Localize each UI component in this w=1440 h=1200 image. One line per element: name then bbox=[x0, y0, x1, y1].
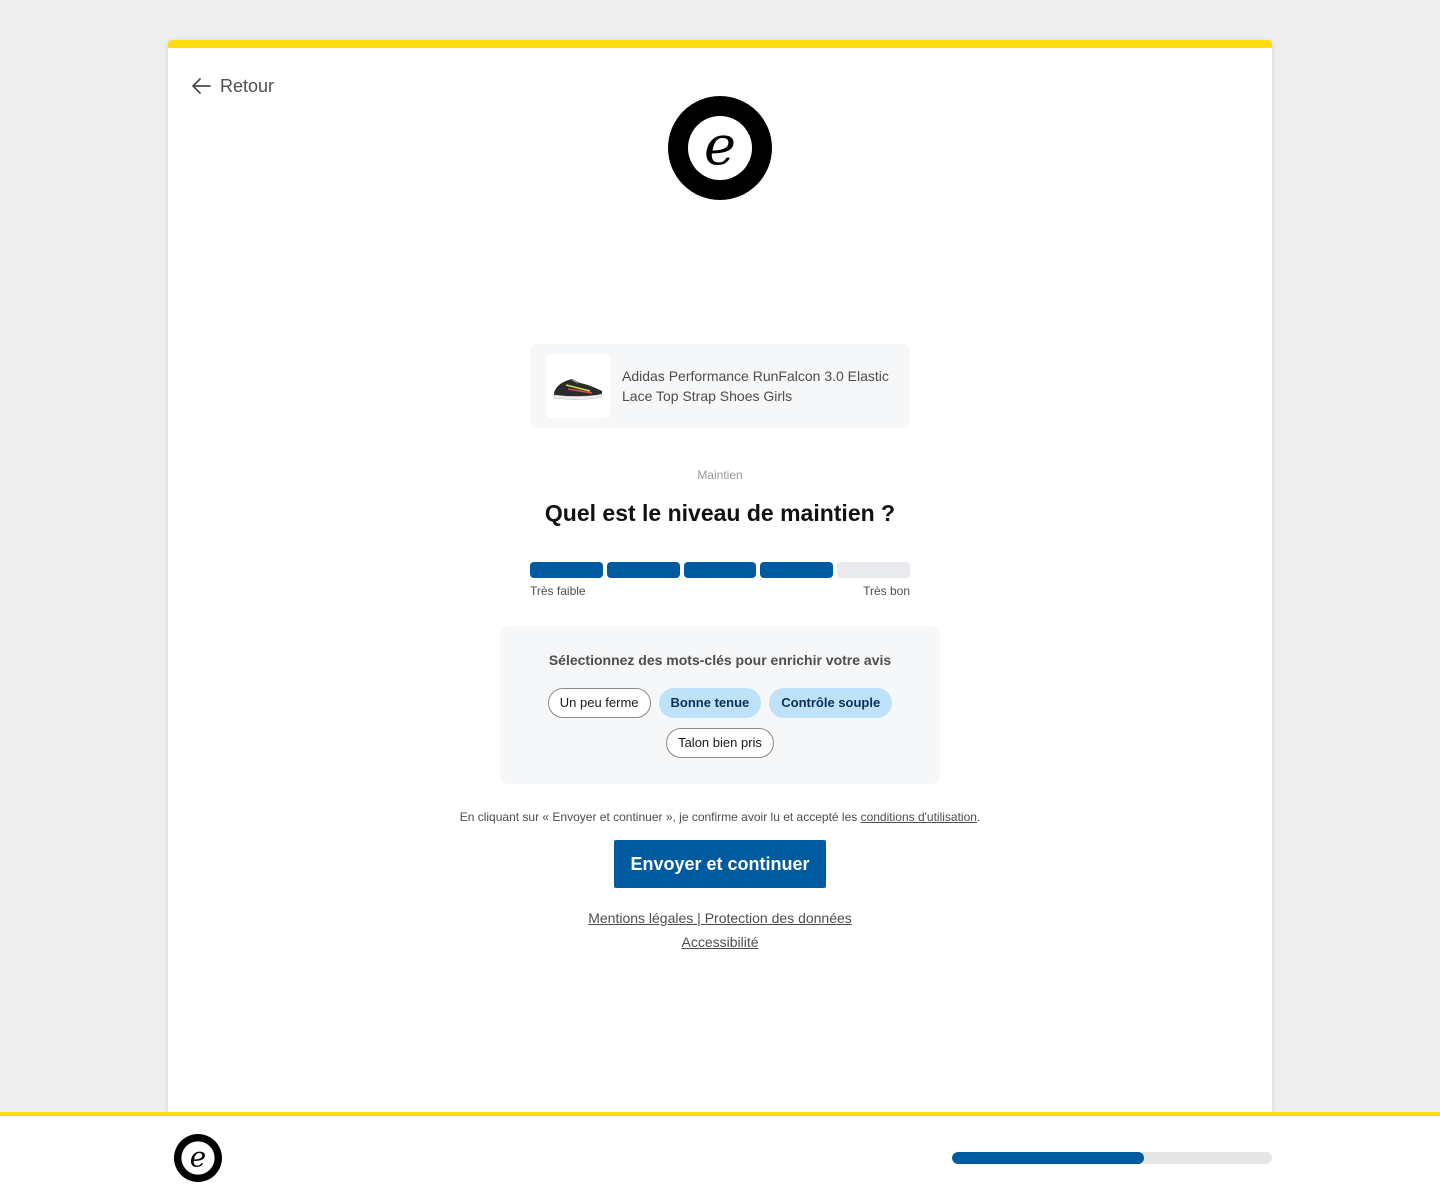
product-name-line2: Lace Top Strap Shoes Girls bbox=[622, 388, 793, 404]
product-name-line1: Adidas Performance RunFalcon 3.0 Elastic bbox=[622, 368, 889, 384]
scale-max-label: Très bon bbox=[863, 584, 910, 598]
privacy-label: Protection des données bbox=[704, 910, 852, 926]
keyword-chips: Un peu ferme Bonne tenue Contrôle souple Ta… bbox=[540, 688, 900, 758]
rating-segment-3[interactable] bbox=[683, 562, 757, 578]
trusted-shops-logo: e bbox=[668, 96, 772, 200]
rating-segment-5[interactable] bbox=[837, 562, 910, 578]
keyword-chip[interactable]: Bonne tenue bbox=[658, 688, 762, 718]
logo-letter: e bbox=[704, 114, 736, 177]
rating-segment-2[interactable] bbox=[606, 562, 680, 578]
accessibility-link[interactable]: Accessibilité bbox=[681, 934, 758, 950]
keyword-chip[interactable]: Talon bien pris bbox=[666, 728, 774, 758]
rating-scale[interactable] bbox=[530, 562, 910, 578]
submit-button[interactable]: Envoyer et continuer bbox=[614, 840, 826, 888]
shoe-image bbox=[546, 354, 610, 418]
scale-min-label: Très faible bbox=[530, 584, 586, 598]
consent-body: En cliquant sur « Envoyer et continuer »… bbox=[459, 810, 861, 824]
bottom-bar: e bbox=[0, 1112, 1440, 1200]
review-card: Retour e Adidas Performance RunFalcon 3.… bbox=[168, 40, 1272, 1112]
back-button[interactable]: Retour bbox=[190, 74, 274, 98]
rating-segment-1[interactable] bbox=[530, 562, 603, 578]
criterion-label: Maintien bbox=[697, 468, 743, 482]
keywords-panel: Sélectionnez des mots-clés pour enrichir… bbox=[500, 626, 940, 784]
consent-text: En cliquant sur « Envoyer et continuer »… bbox=[168, 810, 1272, 824]
footer-links: Mentions légales | Protection des donnée… bbox=[168, 906, 1272, 954]
keywords-title: Sélectionnez des mots-clés pour enrichir… bbox=[548, 652, 892, 668]
progress-fill bbox=[952, 1152, 1144, 1164]
back-label: Retour bbox=[220, 75, 275, 96]
keyword-chip[interactable]: Un peu ferme bbox=[547, 688, 651, 718]
question-title: Quel est le niveau de maintien ? bbox=[544, 500, 896, 526]
arrow-left-icon bbox=[192, 78, 211, 94]
privacy-link[interactable]: | Protection des données bbox=[693, 910, 852, 926]
keyword-chip[interactable]: Contrôle souple bbox=[769, 688, 893, 718]
logo-letter-small: e bbox=[190, 1140, 206, 1173]
link-separator: | bbox=[693, 910, 705, 926]
product-summary: Adidas Performance RunFalcon 3.0 Elastic… bbox=[530, 344, 910, 428]
terms-link[interactable]: conditions d'utilisation bbox=[861, 810, 977, 824]
progress-bar bbox=[952, 1152, 1272, 1164]
consent-suffix: . bbox=[976, 810, 981, 824]
legal-link[interactable]: Mentions légales bbox=[588, 910, 693, 926]
rating-segment-4[interactable] bbox=[760, 562, 834, 578]
product-name: Adidas Performance RunFalcon 3.0 Elastic… bbox=[622, 366, 889, 406]
trusted-shops-logo-small: e bbox=[174, 1134, 222, 1182]
